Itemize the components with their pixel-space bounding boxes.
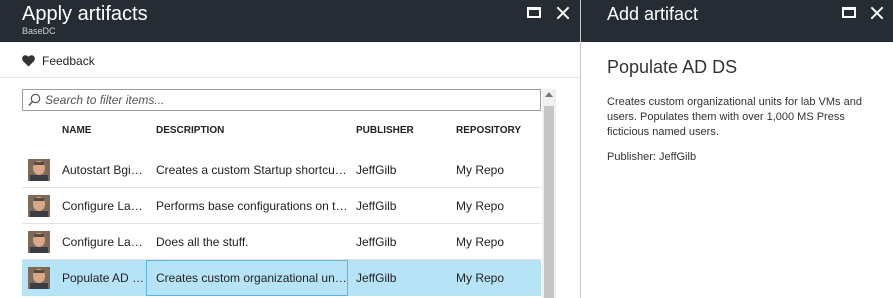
- artifact-publisher: JeffGilb: [356, 163, 397, 177]
- maximize-icon: [842, 7, 856, 18]
- artifact-name: Configure Lab Machine: [62, 199, 146, 213]
- column-header-name[interactable]: NAME: [62, 125, 91, 136]
- table-row-selected[interactable]: Populate AD DS Creates custom organizati…: [22, 260, 541, 296]
- artifact-description: Creates custom organizational units for …: [156, 271, 348, 285]
- search-box[interactable]: [22, 89, 541, 111]
- artifact-name: Autostart Bginfo: [62, 163, 146, 177]
- feedback-label: Feedback: [42, 54, 95, 68]
- artifact-detail-publisher: Publisher: JeffGilb: [607, 151, 697, 163]
- blade-header: Add artifact: [581, 0, 893, 42]
- artifact-publisher: JeffGilb: [356, 199, 397, 213]
- artifact-publisher: JeffGilb: [356, 235, 397, 249]
- blade-header: Apply artifacts BaseDC: [0, 0, 580, 42]
- artifact-repository: My Repo: [456, 271, 505, 285]
- artifact-detail-description: Creates custom organizational units for …: [607, 96, 862, 138]
- table-row[interactable]: Autostart Bginfo Creates a custom Startu…: [22, 152, 541, 188]
- close-icon: [554, 4, 572, 22]
- add-artifact-blade: Add artifact Populate AD DS Creates cust…: [581, 0, 893, 298]
- table-row[interactable]: Configure Lab Domain Does all the stuff.…: [22, 224, 541, 260]
- blade-title: Add artifact: [607, 4, 699, 24]
- close-icon: [868, 4, 886, 22]
- artifact-description: Does all the stuff.: [156, 235, 249, 249]
- scrollbar-thumb[interactable]: [544, 106, 554, 298]
- maximize-button[interactable]: [840, 4, 858, 22]
- artifact-name: Configure Lab Domain: [62, 235, 146, 249]
- search-icon: [28, 93, 41, 106]
- publisher-avatar-icon: [28, 195, 50, 217]
- artifact-repository: My Repo: [456, 199, 505, 213]
- maximize-icon: [527, 7, 541, 18]
- artifact-repository: My Repo: [456, 163, 505, 177]
- maximize-button[interactable]: [525, 4, 543, 22]
- blade-title: Apply artifacts: [22, 3, 148, 25]
- column-header-description[interactable]: DESCRIPTION: [156, 125, 224, 136]
- artifact-description: Performs base configurations on the mach…: [156, 199, 348, 213]
- artifact-name: Populate AD DS: [62, 271, 146, 285]
- table-row[interactable]: Configure Lab Machine Performs base conf…: [22, 188, 541, 224]
- close-button[interactable]: [554, 4, 572, 22]
- command-bar: Feedback: [0, 42, 580, 78]
- search-input[interactable]: [45, 91, 535, 109]
- column-header-repository[interactable]: REPOSITORY: [456, 125, 521, 136]
- column-header-publisher[interactable]: PUBLISHER: [356, 125, 414, 136]
- scroll-up-arrow-icon[interactable]: [545, 92, 553, 97]
- feedback-button[interactable]: Feedback: [22, 54, 95, 68]
- publisher-avatar-icon: [28, 159, 50, 181]
- heart-icon: [22, 55, 35, 67]
- publisher-avatar-icon: [28, 231, 50, 253]
- close-button[interactable]: [868, 4, 886, 22]
- artifact-detail-title: Populate AD DS: [607, 57, 738, 77]
- apply-artifacts-blade: Apply artifacts BaseDC Feedback NAME DES…: [0, 0, 580, 298]
- blade-subtitle: BaseDC: [22, 26, 56, 36]
- publisher-avatar-icon: [28, 267, 50, 289]
- artifact-description: Creates a custom Startup shortcut for BG…: [156, 163, 348, 177]
- artifact-publisher: JeffGilb: [356, 271, 397, 285]
- artifact-repository: My Repo: [456, 235, 505, 249]
